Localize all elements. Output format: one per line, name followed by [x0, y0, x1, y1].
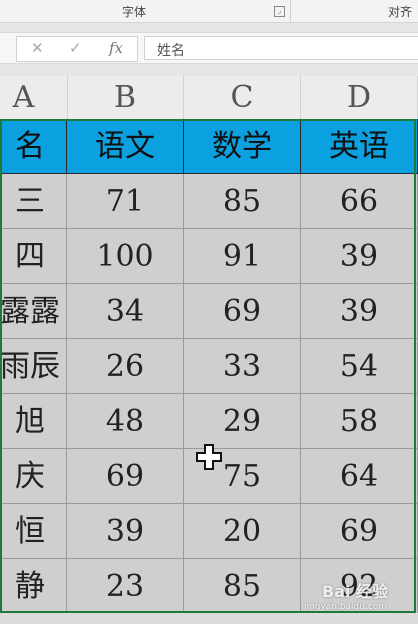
cell-name[interactable]: 雨辰 [0, 339, 67, 394]
cell-math[interactable]: 20 [184, 504, 301, 559]
table-row: 三 71 85 66 [0, 174, 418, 229]
table-row: 恒 39 20 69 [0, 504, 418, 559]
baidu-jingyan-watermark: Bai 经验 jingyan.baidu.com [300, 578, 418, 618]
cell-name[interactable]: 庆 [0, 449, 67, 504]
cell-chinese[interactable]: 69 [67, 449, 184, 504]
column-header-c[interactable]: C [184, 76, 301, 119]
header-cell-name[interactable]: 名 [0, 119, 67, 174]
column-header-d[interactable]: D [301, 76, 418, 119]
table-row: 四 100 91 39 [0, 229, 418, 284]
ribbon-bar: 字体 ⌟ 对齐 [0, 0, 418, 23]
sheet-bottom-edge [0, 613, 418, 624]
cell-math[interactable]: 91 [184, 229, 301, 284]
watermark-url: jingyan.baidu.com [304, 602, 388, 612]
column-header-a[interactable]: A [0, 76, 68, 119]
table-row: 旭 48 29 58 [0, 394, 418, 449]
table-header-row: 名 语文 数学 英语 [0, 119, 418, 174]
cell-name[interactable]: 恒 [0, 504, 67, 559]
ribbon-divider [290, 0, 291, 22]
cell-english[interactable]: 58 [301, 394, 418, 449]
align-group-label: 对齐 [388, 5, 413, 19]
formula-bar: ✕ ✓ fx 姓名 [0, 32, 418, 64]
header-cell-math[interactable]: 数学 [184, 119, 301, 174]
formula-input[interactable]: 姓名 [144, 36, 418, 60]
cell-name[interactable]: 静 [0, 559, 67, 614]
font-dialog-launcher-icon[interactable]: ⌟ [274, 6, 285, 17]
formula-bar-buttons: ✕ ✓ fx [16, 36, 138, 62]
insert-function-icon[interactable]: fx [109, 39, 123, 57]
header-cell-english[interactable]: 英语 [301, 119, 418, 174]
table-row: 雨辰 26 33 54 [0, 339, 418, 394]
cell-chinese[interactable]: 39 [67, 504, 184, 559]
cell-name[interactable]: 旭 [0, 394, 67, 449]
enter-check-icon[interactable]: ✓ [69, 39, 82, 57]
cell-chinese[interactable]: 26 [67, 339, 184, 394]
cell-math[interactable]: 69 [184, 284, 301, 339]
cell-chinese[interactable]: 34 [67, 284, 184, 339]
cell-english[interactable]: 54 [301, 339, 418, 394]
column-headers: A B C D [0, 76, 418, 120]
cell-english[interactable]: 39 [301, 284, 418, 339]
cell-english[interactable]: 69 [301, 504, 418, 559]
cell-name[interactable]: 四 [0, 229, 67, 284]
table-row: 露露 34 69 39 [0, 284, 418, 339]
cell-math[interactable]: 29 [184, 394, 301, 449]
cell-chinese[interactable]: 48 [67, 394, 184, 449]
cell-english[interactable]: 39 [301, 229, 418, 284]
spreadsheet-grid: 名 语文 数学 英语 三 71 85 66 四 100 91 39 露露 34 … [0, 119, 418, 614]
cell-select-cursor-icon [196, 444, 222, 470]
cell-math[interactable]: 85 [184, 174, 301, 229]
cell-english[interactable]: 64 [301, 449, 418, 504]
cell-name[interactable]: 三 [0, 174, 67, 229]
cancel-icon[interactable]: ✕ [31, 39, 44, 57]
cell-english[interactable]: 66 [301, 174, 418, 229]
watermark-logo: Bai 经验 [322, 582, 389, 601]
cell-chinese[interactable]: 71 [67, 174, 184, 229]
cell-name[interactable]: 露露 [0, 284, 67, 339]
cell-math[interactable]: 85 [184, 559, 301, 614]
cell-chinese[interactable]: 100 [67, 229, 184, 284]
cell-math[interactable]: 33 [184, 339, 301, 394]
column-header-b[interactable]: B [67, 76, 184, 119]
header-cell-chinese[interactable]: 语文 [67, 119, 184, 174]
cell-chinese[interactable]: 23 [67, 559, 184, 614]
font-group-label: 字体 [122, 5, 147, 19]
